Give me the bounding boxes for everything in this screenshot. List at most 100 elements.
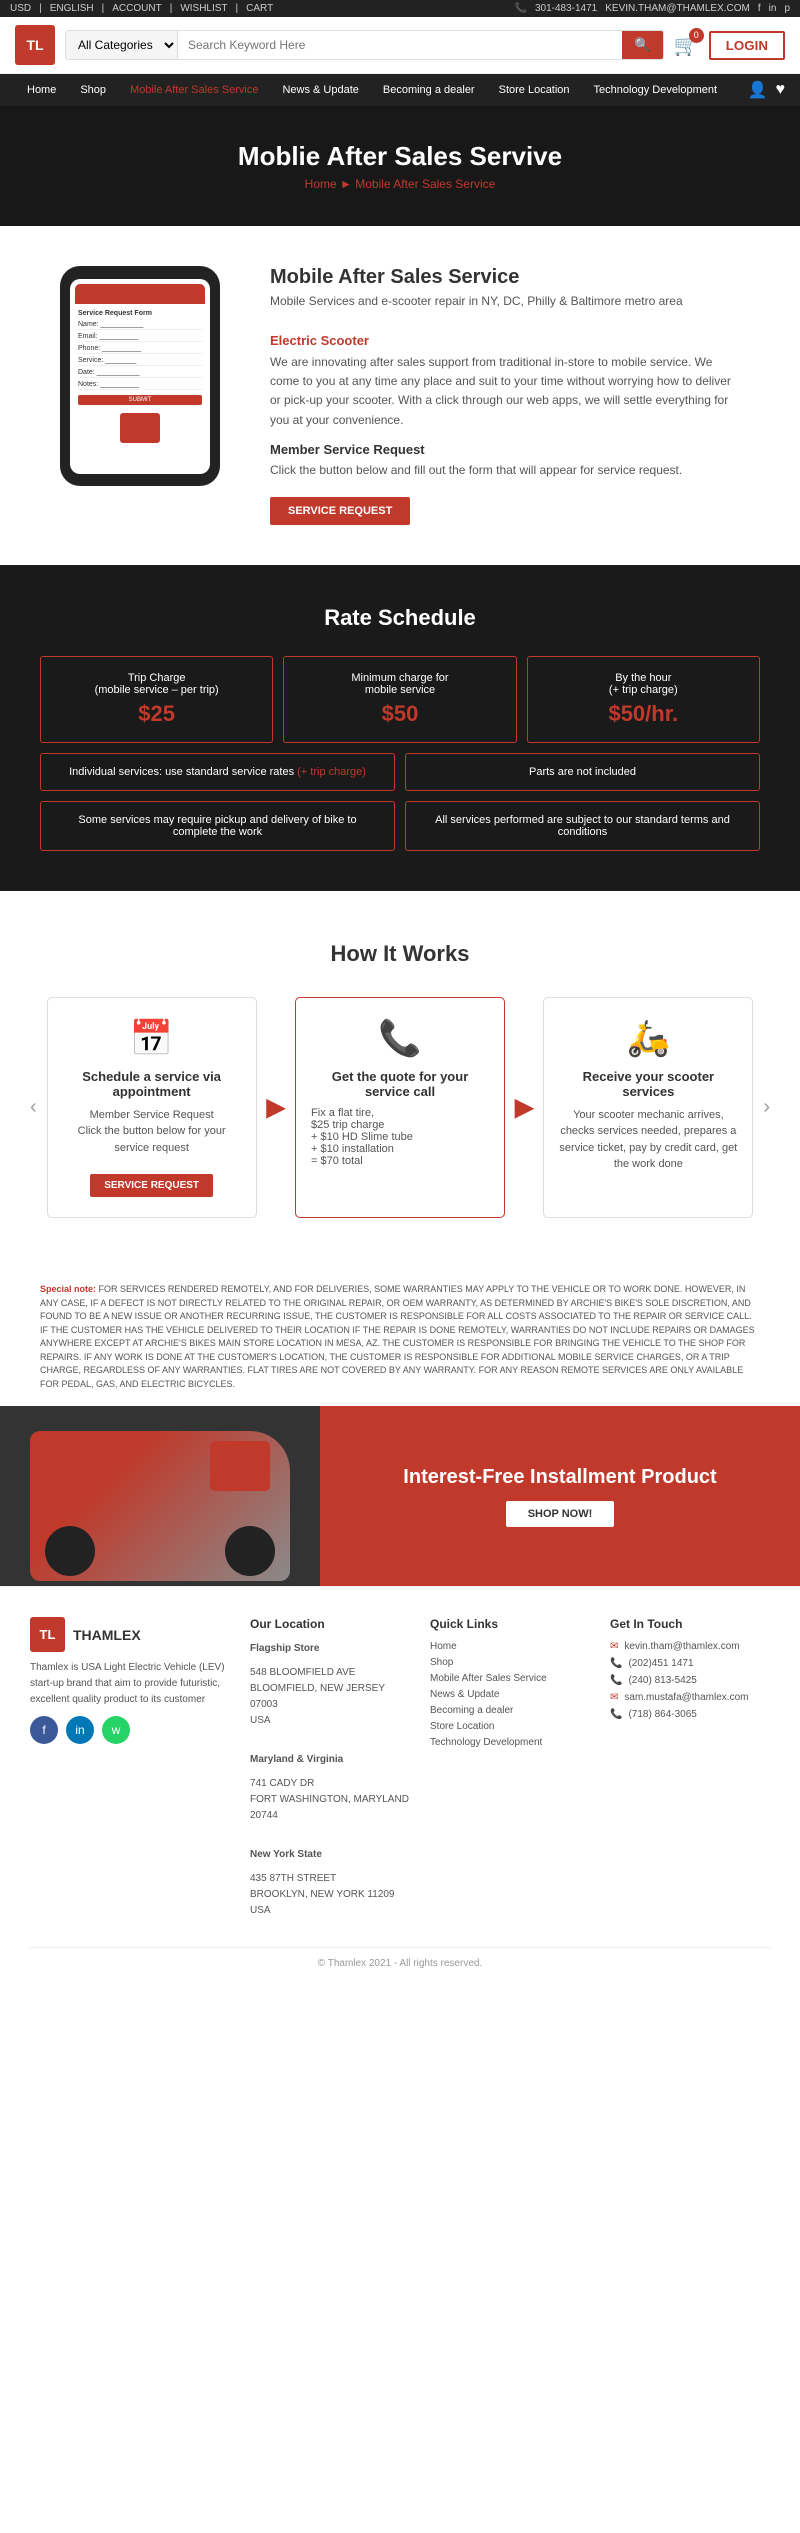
how-step-3-title: Receive your scooter services (559, 1069, 737, 1099)
footer-newyork-address: 435 87TH STREET BROOKLYN, NEW YORK 11209… (250, 1871, 410, 1919)
special-note-label: Special note: (40, 1284, 96, 1294)
footer-quicklinks-list: Home Shop Mobile After Sales Service New… (430, 1641, 590, 1748)
breadcrumb: Home ► Mobile After Sales Service (305, 177, 496, 191)
contact-phone-3: 📞 (718) 864-3065 (610, 1709, 770, 1720)
rate-parts: Parts are not included (405, 753, 760, 791)
top-bar-right: 📞 301-483-1471 KEVIN.THAM@THAMLEX.COM f … (515, 3, 790, 14)
nav-shop[interactable]: Shop (68, 74, 118, 106)
footer-link-news[interactable]: News & Update (430, 1689, 590, 1700)
logo[interactable]: TL (15, 25, 55, 65)
rate-schedule-section: Rate Schedule Trip Charge(mobile service… (0, 565, 800, 891)
search-input[interactable] (178, 31, 622, 59)
footer: TL THAMLEX Thamlex is USA Light Electric… (0, 1586, 800, 1984)
heart-icon[interactable]: ♥ (776, 81, 786, 99)
service-request-button[interactable]: SERVICE REQUEST (270, 497, 410, 525)
breadcrumb-current: Mobile After Sales Service (355, 177, 495, 191)
footer-maryland-label: Maryland & Virginia (250, 1752, 410, 1768)
user-icon[interactable]: 👤 (748, 80, 768, 100)
whatsapp-social-icon[interactable]: w (102, 1716, 130, 1744)
pinterest-icon[interactable]: p (784, 3, 790, 14)
how-it-works-section: How It Works ‹ 📅 Schedule a service via … (0, 891, 800, 1269)
left-arrow[interactable]: ‹ (30, 997, 37, 1219)
arrow-2: ▶ (515, 997, 533, 1219)
rate-label-hourly: By the hour(+ trip charge) (543, 672, 744, 696)
member-desc: Click the button below and fill out the … (270, 461, 740, 480)
header-icons: 🛒 0 LOGIN (674, 31, 785, 60)
how-step-2-prices: Fix a flat tire, $25 trip charge + $10 H… (311, 1107, 489, 1167)
rate-terms: All services performed are subject to ou… (405, 801, 760, 851)
phone-icon-2: 📞 (610, 1675, 622, 1686)
schedule-icon: 📅 (63, 1018, 241, 1059)
how-step-1: 📅 Schedule a service via appointment Mem… (47, 997, 257, 1219)
footer-link-dealer[interactable]: Becoming a dealer (430, 1705, 590, 1716)
footer-location-title: Our Location (250, 1617, 410, 1631)
email-link[interactable]: KEVIN.THAM@THAMLEX.COM (605, 3, 750, 14)
contact-phone-2: 📞 (240) 813-5425 (610, 1675, 770, 1686)
category-select[interactable]: All Categories (66, 31, 178, 59)
footer-quicklinks-title: Quick Links (430, 1617, 590, 1631)
rate-cards-row3: Some services may require pickup and del… (40, 801, 760, 851)
rate-price-trip: $25 (56, 701, 257, 727)
disclaimer-text: FOR SERVICES RENDERED REMOTELY, AND FOR … (40, 1284, 755, 1389)
installment-banner: Interest-Free Installment Product SHOP N… (0, 1406, 800, 1586)
how-service-request-button[interactable]: SERVICE REQUEST (90, 1174, 213, 1197)
footer-brand-name: THAMLEX (73, 1627, 141, 1643)
disclaimer-section: Special note: FOR SERVICES RENDERED REMO… (0, 1268, 800, 1406)
search-area: All Categories 🔍 (65, 30, 664, 60)
intro-title: Mobile After Sales Service (270, 266, 740, 289)
nav-home[interactable]: Home (15, 74, 68, 106)
language-selector[interactable]: ENGLISH (50, 3, 94, 14)
nav-news[interactable]: News & Update (270, 74, 370, 106)
installment-text: Interest-Free Installment Product SHOP N… (320, 1406, 800, 1586)
rate-schedule-title: Rate Schedule (40, 605, 760, 631)
scooter-icon: 🛵 (559, 1018, 737, 1059)
footer-flagship-address: 548 BLOOMFIELD AVE BLOOMFIELD, NEW JERSE… (250, 1665, 410, 1729)
footer-link-store[interactable]: Store Location (430, 1721, 590, 1732)
nav-store-location[interactable]: Store Location (487, 74, 582, 106)
footer-link-tech[interactable]: Technology Development (430, 1737, 590, 1748)
nav-technology[interactable]: Technology Development (582, 74, 730, 106)
contact-email-2-text: sam.mustafa@thamlex.com (624, 1692, 748, 1703)
member-heading: Member Service Request (270, 442, 740, 457)
wishlist-link[interactable]: WISHLIST (180, 3, 227, 14)
linkedin-social-icon[interactable]: in (66, 1716, 94, 1744)
breadcrumb-home[interactable]: Home (305, 177, 337, 191)
email-icon-2: ✉ (610, 1692, 618, 1703)
nav-dealer[interactable]: Becoming a dealer (371, 74, 487, 106)
footer-contact-col: Get In Touch ✉ kevin.tham@thamlex.com 📞 … (610, 1617, 770, 1927)
scooter-image (0, 1406, 320, 1586)
login-button[interactable]: LOGIN (709, 31, 785, 60)
rate-price-minimum: $50 (299, 701, 500, 727)
shop-now-button[interactable]: SHOP NOW! (506, 1501, 615, 1527)
top-bar-left: USD | ENGLISH | ACCOUNT | WISHLIST | CAR… (10, 3, 273, 14)
footer-flagship-label: Flagship Store (250, 1641, 410, 1657)
rate-cards-row2: Individual services: use standard servic… (40, 753, 760, 791)
footer-link-mobile[interactable]: Mobile After Sales Service (430, 1673, 590, 1684)
nav-mobile-after-sales[interactable]: Mobile After Sales Service (118, 74, 270, 106)
nav-right-icons: 👤 ♥ (748, 80, 785, 100)
footer-link-home[interactable]: Home (430, 1641, 590, 1652)
intro-red-heading: Electric Scooter (270, 333, 740, 348)
breadcrumb-arrow: ► (340, 177, 355, 191)
currency-selector[interactable]: USD (10, 3, 31, 14)
phone-icon: 📞 (515, 3, 527, 14)
rate-label-trip: Trip Charge(mobile service – per trip) (56, 672, 257, 696)
contact-phone-1-text: (202)451 1471 (628, 1658, 693, 1669)
search-button[interactable]: 🔍 (622, 31, 663, 59)
cart-button[interactable]: 🛒 0 (674, 33, 699, 58)
hero-title: Moblie After Sales Servive (238, 141, 562, 172)
account-link[interactable]: ACCOUNT (112, 3, 161, 14)
contact-phone-1: 📞 (202)451 1471 (610, 1658, 770, 1669)
right-arrow[interactable]: › (763, 997, 770, 1219)
cart-link[interactable]: CART (246, 3, 273, 14)
linkedin-icon[interactable]: in (769, 3, 777, 14)
intro-section: Service Request Form Name: ___________ E… (0, 226, 800, 565)
footer-link-shop[interactable]: Shop (430, 1657, 590, 1668)
rate-individual-text: Individual services: use standard servic… (69, 766, 294, 778)
facebook-social-icon[interactable]: f (30, 1716, 58, 1744)
footer-newyork-label: New York State (250, 1847, 410, 1863)
how-step-2-title: Get the quote for your service call (311, 1069, 489, 1099)
how-step-1-title: Schedule a service via appointment (63, 1069, 241, 1099)
facebook-icon[interactable]: f (758, 3, 761, 14)
email-icon: ✉ (610, 1641, 618, 1652)
